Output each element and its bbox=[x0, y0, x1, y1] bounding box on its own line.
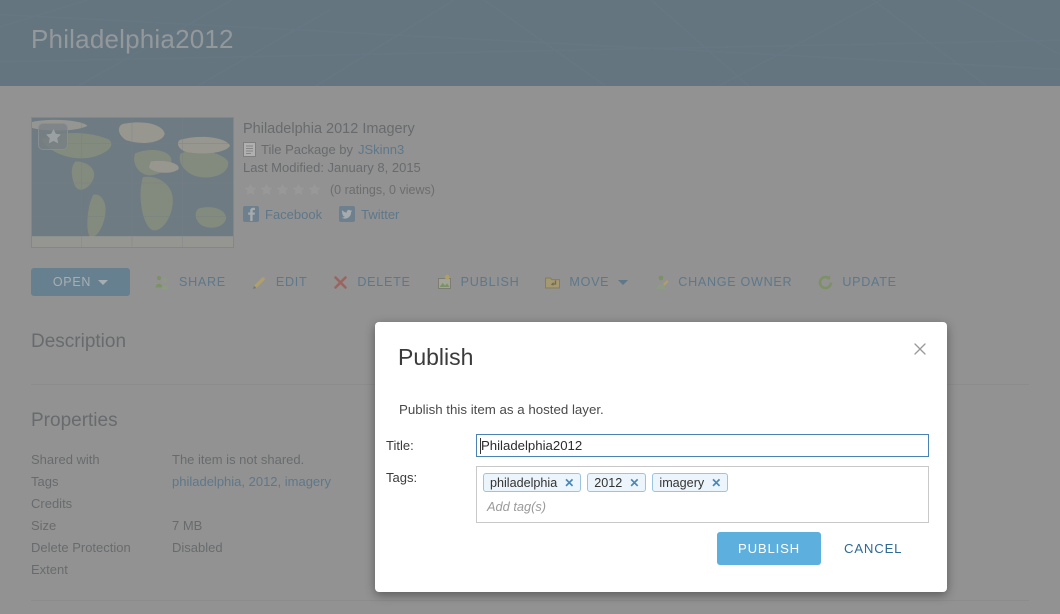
title-field-row: Title: Philadelphia2012 bbox=[386, 434, 929, 457]
close-icon bbox=[914, 343, 926, 355]
dialog-subtitle: Publish this item as a hosted layer. bbox=[399, 402, 604, 417]
remove-tag-icon[interactable]: ✕ bbox=[711, 477, 721, 489]
remove-tag-icon[interactable]: ✕ bbox=[629, 477, 639, 489]
tag-chip: 2012 ✕ bbox=[587, 473, 647, 492]
tag-input-placeholder: Add tag(s) bbox=[487, 499, 547, 514]
title-input[interactable]: Philadelphia2012 bbox=[476, 434, 929, 457]
text-cursor bbox=[480, 438, 481, 454]
tag-chip: philadelphia ✕ bbox=[483, 473, 582, 492]
remove-tag-icon[interactable]: ✕ bbox=[564, 477, 574, 489]
publish-dialog: Publish Publish this item as a hosted la… bbox=[375, 322, 947, 592]
tag-chip: imagery ✕ bbox=[652, 473, 729, 492]
cancel-button[interactable]: CANCEL bbox=[844, 532, 902, 565]
tag-chip-list: philadelphia ✕ 2012 ✕ imagery ✕ bbox=[483, 473, 922, 492]
title-input-value: Philadelphia2012 bbox=[481, 438, 583, 453]
close-button[interactable] bbox=[907, 336, 933, 362]
tags-field-row: Tags: philadelphia ✕ 2012 ✕ imagery ✕ Ad… bbox=[386, 466, 929, 523]
tags-field-label: Tags: bbox=[386, 470, 418, 485]
item-page: Philadelphia2012 bbox=[0, 0, 1060, 614]
publish-confirm-button[interactable]: PUBLISH bbox=[717, 532, 821, 565]
dialog-title: Publish bbox=[398, 344, 474, 370]
tag-chip-label: 2012 bbox=[594, 475, 623, 490]
tag-chip-label: philadelphia bbox=[490, 475, 558, 490]
tag-chip-label: imagery bbox=[659, 475, 705, 490]
title-field-label: Title: bbox=[386, 438, 414, 453]
tags-input[interactable]: philadelphia ✕ 2012 ✕ imagery ✕ Add tag(… bbox=[476, 466, 929, 523]
